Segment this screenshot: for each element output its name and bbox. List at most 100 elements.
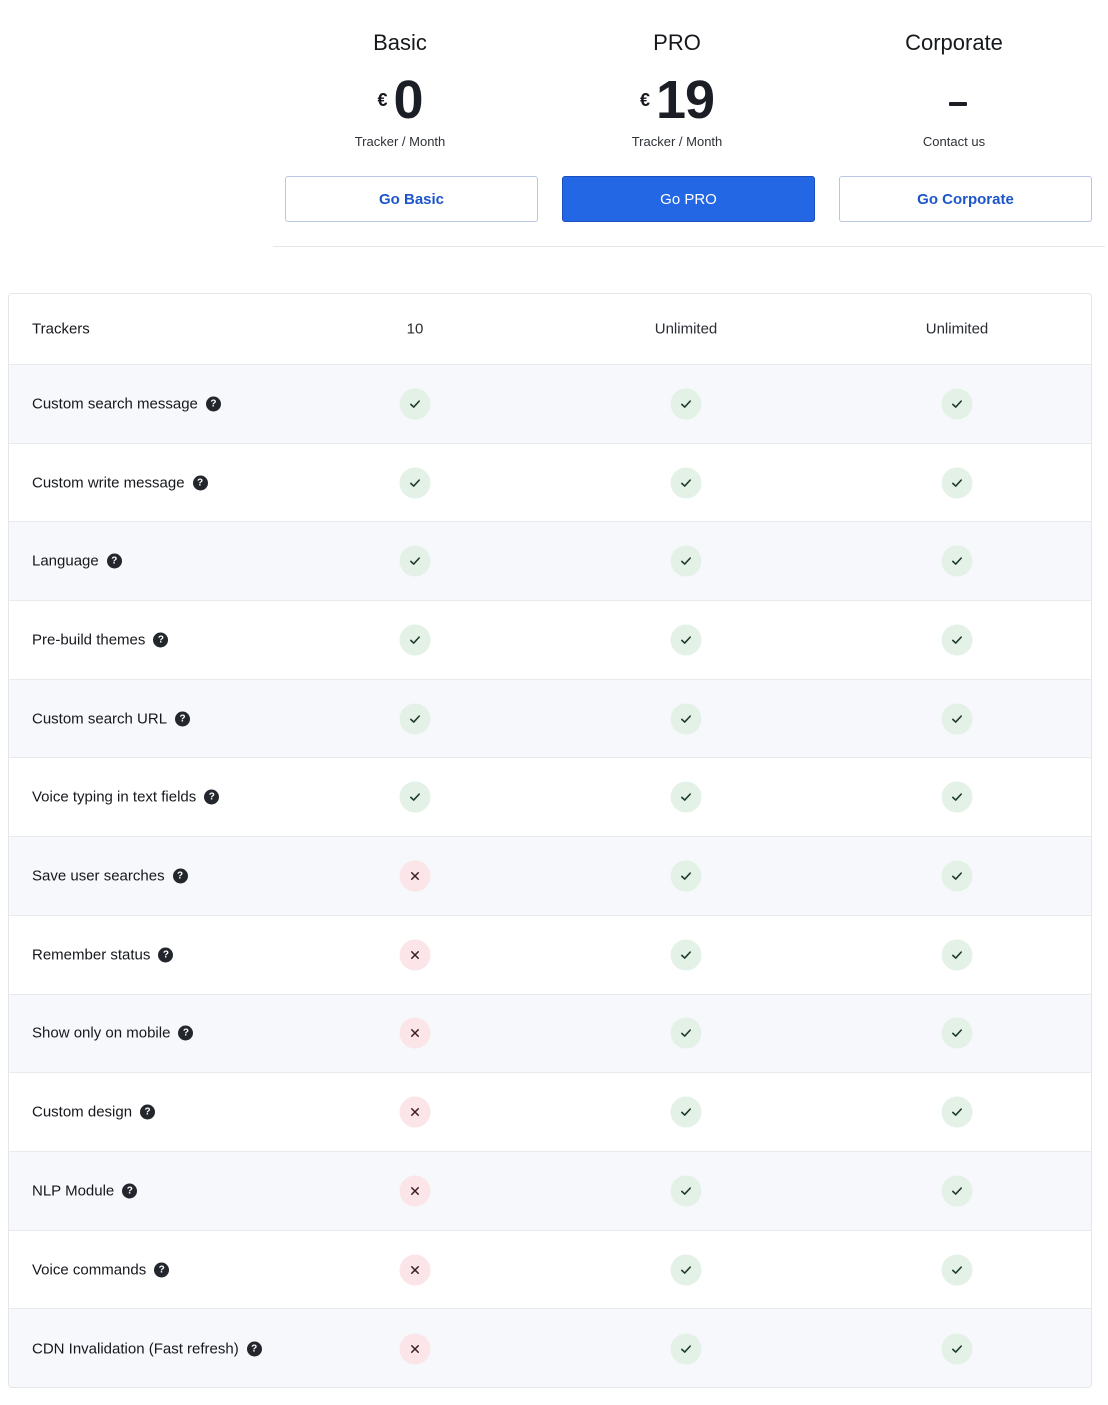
- check-icon: [941, 1333, 973, 1365]
- feature-label: Remember status?: [32, 946, 174, 963]
- question-circle-icon[interactable]: ?: [205, 396, 221, 412]
- table-row: Custom search message?: [9, 365, 1091, 444]
- question-circle-icon[interactable]: ?: [192, 475, 208, 491]
- check-icon: [399, 545, 431, 577]
- go-basic-button[interactable]: Go Basic: [285, 176, 538, 222]
- check-icon: [399, 388, 431, 420]
- question-circle-icon[interactable]: ?: [172, 868, 188, 884]
- question-circle-icon[interactable]: ?: [140, 1104, 156, 1120]
- check-icon: [941, 781, 973, 813]
- check-icon: [941, 939, 973, 971]
- feature-cell-pro: [670, 545, 702, 577]
- plan-amount: 0: [393, 70, 423, 130]
- check-icon: [670, 1175, 702, 1207]
- check-icon: [941, 467, 973, 499]
- feature-cell-pro: [670, 1017, 702, 1049]
- question-circle-icon[interactable]: ?: [153, 632, 169, 648]
- feature-cell-corporate: [941, 1333, 973, 1365]
- check-icon: [670, 467, 702, 499]
- check-icon: [941, 545, 973, 577]
- check-icon: [399, 624, 431, 656]
- feature-cell-pro: [670, 1175, 702, 1207]
- go-corporate-button[interactable]: Go Corporate: [839, 176, 1092, 222]
- feature-label: Pre-build themes?: [32, 631, 169, 648]
- feature-label-text: Voice commands: [32, 1261, 147, 1279]
- check-icon: [670, 781, 702, 813]
- feature-cell-basic: [399, 939, 431, 971]
- table-row: Voice typing in text fields?: [9, 759, 1091, 838]
- feature-label: Custom search message?: [32, 395, 221, 412]
- question-circle-icon[interactable]: ?: [175, 711, 191, 727]
- question-circle-icon[interactable]: ?: [122, 1183, 138, 1199]
- feature-cell-basic: [399, 1333, 431, 1365]
- plan-amount: 19: [655, 70, 715, 130]
- table-row: Language?: [9, 522, 1091, 602]
- plan-name: Basic: [373, 30, 427, 55]
- question-circle-icon[interactable]: ?: [106, 553, 122, 569]
- check-icon: [399, 467, 431, 499]
- feature-label: Custom design?: [32, 1103, 156, 1121]
- feature-cell-pro: [670, 939, 702, 971]
- feature-cell-basic: [399, 545, 431, 577]
- feature-label-text: NLP Module: [32, 1182, 115, 1200]
- feature-cell-basic: [399, 1254, 431, 1286]
- feature-label-text: Custom write message: [32, 474, 185, 492]
- check-icon: [399, 781, 431, 813]
- plan-period: Contact us: [922, 134, 986, 149]
- feature-label: Custom write message?: [32, 474, 208, 491]
- feature-cell-corporate: [941, 703, 973, 735]
- check-icon: [941, 1017, 973, 1049]
- question-circle-icon[interactable]: ?: [204, 789, 220, 805]
- check-icon: [941, 1254, 973, 1286]
- feature-label: Language?: [32, 553, 122, 570]
- feature-label: Save user searches?: [32, 868, 188, 885]
- plan-basic: Basic € 0 Tracker / Month Go Basic: [273, 0, 538, 247]
- question-circle-icon[interactable]: ?: [246, 1341, 262, 1357]
- feature-label: NLP Module?: [32, 1182, 138, 1200]
- question-circle-icon[interactable]: ?: [154, 1262, 170, 1278]
- go-pro-button[interactable]: Go PRO: [562, 176, 815, 222]
- feature-cell-corporate: [941, 388, 973, 420]
- check-icon: [670, 1333, 702, 1365]
- check-icon: [670, 1096, 702, 1128]
- check-icon: [670, 1254, 702, 1286]
- plan-pro: PRO € 19 Tracker / Month Go PRO: [550, 0, 815, 247]
- check-icon: [941, 1096, 973, 1128]
- feature-cell-basic: [399, 624, 431, 656]
- check-icon: [670, 545, 702, 577]
- plan-name: Corporate: [905, 30, 1003, 55]
- feature-cell-pro: [670, 1096, 702, 1128]
- check-icon: [670, 624, 702, 656]
- check-icon: [941, 1175, 973, 1207]
- table-row: Voice commands?: [9, 1231, 1091, 1310]
- feature-cell-basic: [399, 1017, 431, 1049]
- feature-label: Trackers: [32, 320, 90, 338]
- table-row: Custom design?: [9, 1073, 1091, 1152]
- question-circle-icon[interactable]: ?: [178, 1025, 194, 1041]
- plans-header: Basic € 0 Tracker / Month Go Basic PRO €…: [273, 0, 1105, 247]
- check-icon: [941, 703, 973, 735]
- feature-label-text: Custom design: [32, 1103, 133, 1121]
- check-icon: [941, 860, 973, 892]
- feature-label-text: CDN Invalidation (Fast refresh): [32, 1340, 239, 1358]
- question-circle-icon[interactable]: ?: [158, 947, 174, 963]
- feature-cell-pro: [670, 703, 702, 735]
- plan-price-dash: [827, 70, 1081, 130]
- feature-cell-basic: [399, 860, 431, 892]
- table-row: Save user searches?: [9, 837, 1091, 916]
- comparison-table: Trackers 10 Unlimited Unlimited Custom s…: [8, 293, 1092, 1388]
- feature-label: Voice typing in text fields?: [32, 789, 220, 806]
- feature-cell-corporate: [941, 624, 973, 656]
- cross-icon: [399, 1254, 431, 1286]
- table-row: NLP Module?: [9, 1152, 1091, 1231]
- feature-cell-corporate: [941, 939, 973, 971]
- feature-cell-pro: [670, 1254, 702, 1286]
- feature-cell-corporate: [941, 545, 973, 577]
- plan-period: Tracker / Month: [631, 134, 723, 149]
- check-icon: [670, 1017, 702, 1049]
- feature-cell-pro: [670, 860, 702, 892]
- feature-label: Custom search URL?: [32, 710, 191, 727]
- check-icon: [670, 703, 702, 735]
- feature-label-text: Show only on mobile: [32, 1024, 171, 1042]
- cross-icon: [399, 939, 431, 971]
